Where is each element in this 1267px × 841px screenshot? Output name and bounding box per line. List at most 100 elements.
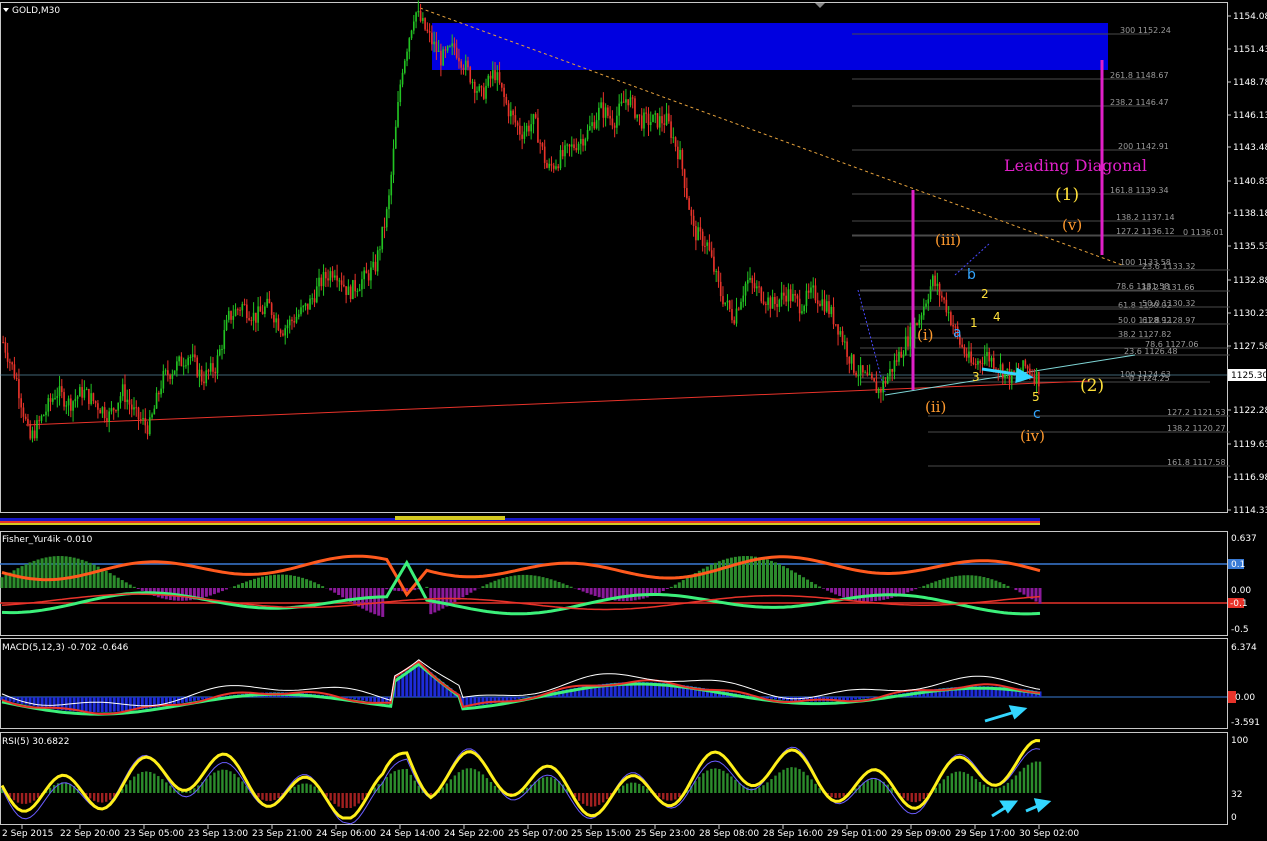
candle-body (814, 285, 817, 301)
candle-body (539, 142, 542, 144)
fisher-bar (68, 556, 72, 588)
rsi-bar (225, 769, 228, 793)
candle-body (320, 277, 323, 287)
candle-body (810, 287, 812, 293)
candle-body (686, 188, 688, 199)
candle-body (284, 328, 287, 336)
macd-bar (854, 697, 858, 700)
candle-body (440, 50, 442, 66)
candle-body (455, 47, 458, 58)
candle-body (329, 271, 332, 281)
candle-body (918, 319, 921, 326)
candle-body (178, 356, 180, 362)
rsi-bar (597, 793, 601, 805)
candle-body (803, 305, 806, 312)
rsi-bar (213, 772, 216, 793)
rsi-bar (457, 772, 461, 793)
candle-body (780, 292, 783, 300)
fisher-bar (705, 566, 709, 588)
rsi-bar (634, 782, 637, 793)
candle-body (236, 309, 239, 311)
fib-level-label: 50.0 1130.32 (1142, 299, 1195, 308)
candle-body (868, 373, 871, 376)
candle-body (288, 319, 291, 326)
n5-label: 5 (1032, 390, 1040, 404)
candle-body (692, 215, 695, 227)
price-tick-label: 1140.83 (1233, 177, 1267, 187)
rsi-bar (762, 785, 765, 793)
fib-level-label: 127.2 1121.53 (1167, 408, 1226, 417)
fisher-bar (248, 580, 252, 588)
candle-body (246, 304, 248, 319)
candle-body (819, 303, 821, 306)
candle-body (674, 137, 677, 147)
fisher-bar (826, 588, 830, 591)
macd-bar (765, 697, 769, 699)
candle-body (934, 275, 936, 287)
candle-body (828, 301, 830, 315)
wave-2-label: (2) (1080, 376, 1104, 396)
candle-body (1006, 368, 1009, 371)
fisher-bar (88, 562, 92, 588)
rsi-bar (662, 793, 665, 800)
rsi-bar (974, 779, 978, 793)
rsi-bar (265, 793, 268, 801)
fisher-bar (285, 574, 289, 588)
candle-body (904, 336, 907, 355)
rsi-bar (36, 793, 40, 798)
candle-body (270, 303, 273, 315)
fisher-bar (321, 586, 325, 588)
candle-body (451, 43, 454, 47)
rsi-bar (545, 776, 549, 793)
candle-body (593, 122, 596, 129)
candle-body (444, 49, 447, 51)
candle-body (234, 309, 237, 316)
candle-body (187, 357, 189, 366)
rsi-bar (938, 783, 942, 793)
candle-body (728, 300, 731, 309)
fisher-bar (721, 559, 725, 588)
fib-level-label: 138.2 1137.14 (1116, 213, 1175, 222)
candle-body (103, 407, 106, 419)
candle-body (124, 384, 126, 403)
candle-body (415, 12, 417, 22)
fisher-bar (236, 584, 240, 588)
candle-body (945, 299, 948, 313)
fisher-bar (910, 588, 914, 591)
candle-body (462, 67, 465, 70)
fisher-bar (757, 557, 761, 588)
candle-body (74, 398, 77, 402)
rsi-bar (105, 793, 108, 802)
fisher-bar (962, 575, 966, 588)
rsi-bar (758, 787, 761, 793)
candle-body (336, 275, 338, 281)
rsi-bar (782, 769, 785, 793)
rsi-bar (842, 793, 845, 797)
candle-body (922, 306, 925, 316)
macd-bar (116, 697, 120, 712)
macd-bar (88, 697, 92, 713)
candle-body (200, 369, 203, 382)
candle-body (744, 283, 747, 296)
candle-body (929, 286, 932, 300)
candle-body (500, 82, 503, 88)
price-tick-label: 1130.23 (1233, 309, 1267, 319)
candle-body (209, 363, 212, 372)
fisher-bar (966, 575, 970, 588)
price-tick-label: 1146.13 (1233, 111, 1267, 121)
rsi-bar (441, 787, 445, 793)
title-dropdown-icon[interactable] (3, 8, 9, 12)
svg-text:100: 100 (1231, 736, 1248, 746)
rsi-bar (461, 769, 465, 793)
macd-bar (44, 697, 48, 709)
fisher-bar (200, 588, 204, 598)
rsi-bar (100, 793, 104, 803)
rsi-bar (273, 793, 276, 800)
rsi-bar (601, 793, 605, 803)
candle-body (512, 110, 514, 116)
fisher-bar (790, 570, 794, 588)
macd-bar (846, 697, 850, 701)
fisher-bar (345, 588, 349, 600)
candle-body (169, 375, 171, 379)
candle-body (291, 319, 293, 322)
